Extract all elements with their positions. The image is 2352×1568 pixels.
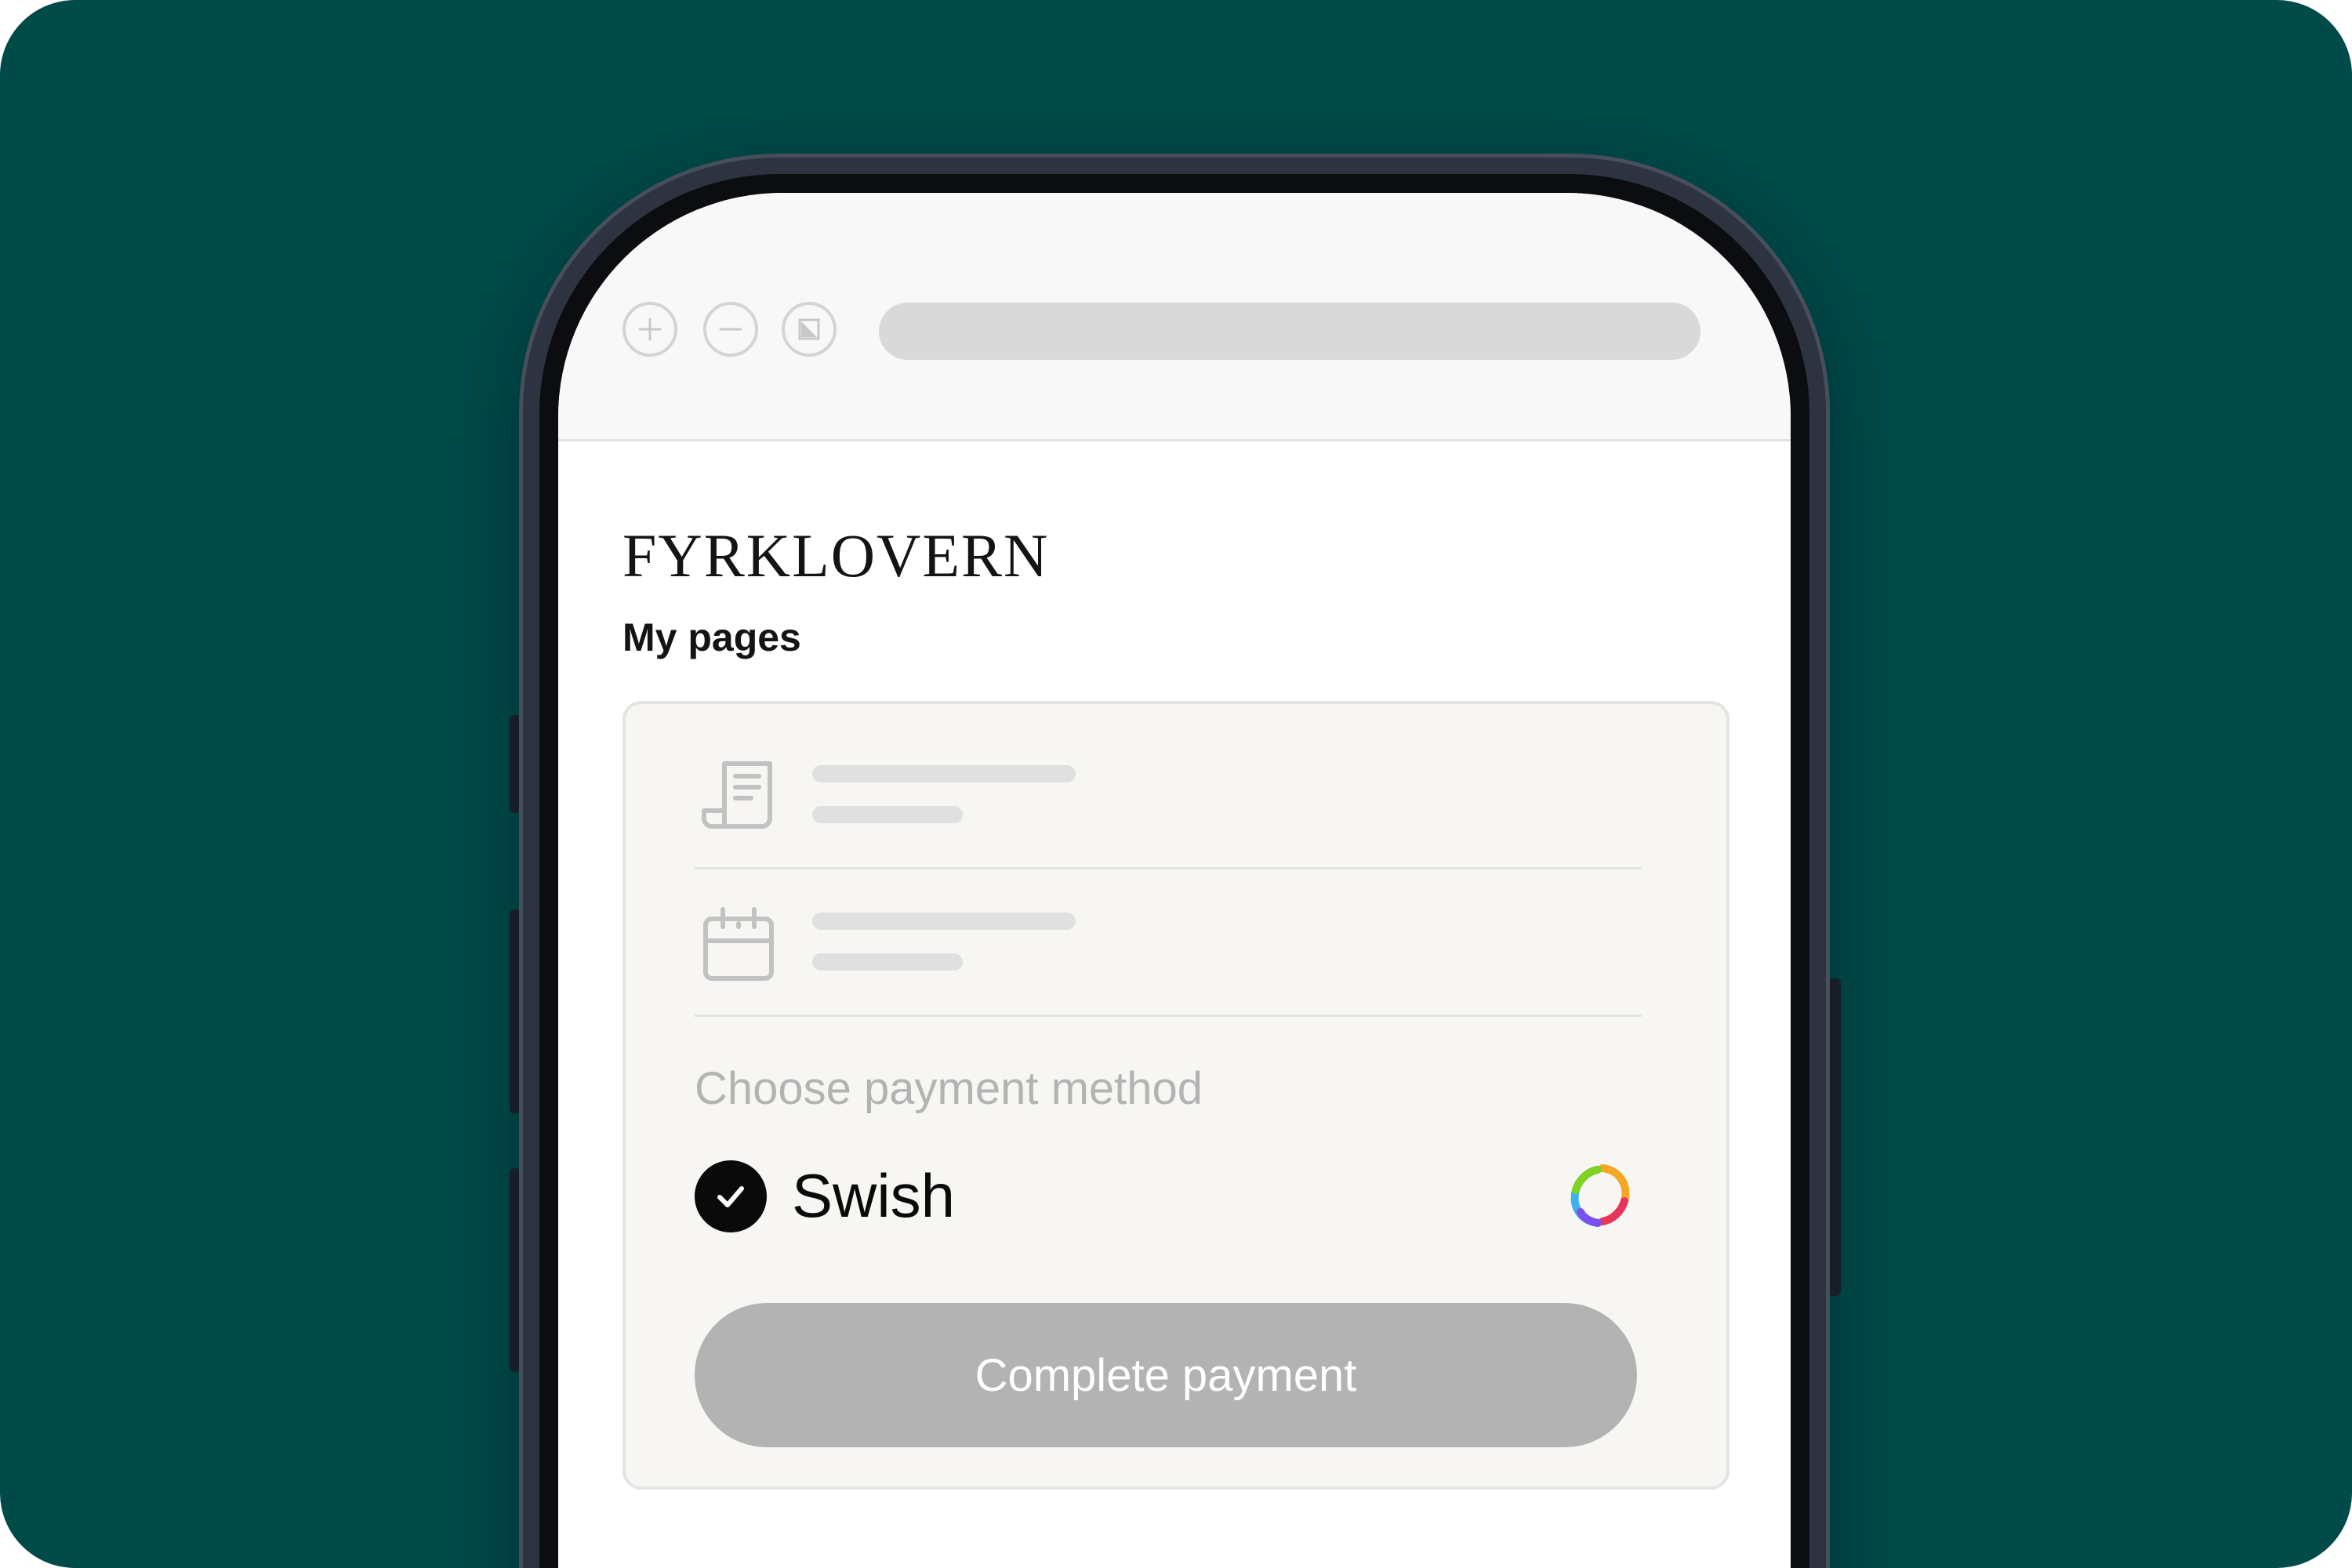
background: FYRKLOVERN My pages Choose payment metho… (0, 0, 2352, 1568)
payment-card: Choose payment method Swish Complete pay… (622, 701, 1730, 1490)
phone-power-button (1828, 978, 1841, 1296)
complete-payment-button[interactable]: Complete payment (695, 1303, 1637, 1447)
divider (695, 1014, 1642, 1017)
swish-logo-icon (1570, 1164, 1630, 1227)
page-title: My pages (622, 615, 801, 659)
placeholder-line (812, 913, 1076, 930)
zoom-out-icon[interactable] (703, 302, 758, 357)
url-bar[interactable] (879, 303, 1700, 360)
brand-logo: FYRKLOVERN (622, 521, 1050, 590)
receipt-icon (702, 761, 772, 829)
browser-toolbar (558, 193, 1791, 441)
swish-radio-checked[interactable] (695, 1160, 767, 1232)
placeholder-line (812, 806, 963, 823)
zoom-in-icon[interactable] (622, 302, 677, 357)
phone-screen: FYRKLOVERN My pages Choose payment metho… (558, 193, 1791, 1568)
calendar-icon (703, 907, 774, 981)
placeholder-line (812, 765, 1076, 782)
payment-method-label: Choose payment method (695, 1063, 1203, 1114)
swish-option-label[interactable]: Swish (792, 1165, 955, 1226)
divider (695, 867, 1642, 869)
placeholder-line (812, 953, 963, 971)
fit-screen-icon[interactable] (782, 302, 837, 357)
